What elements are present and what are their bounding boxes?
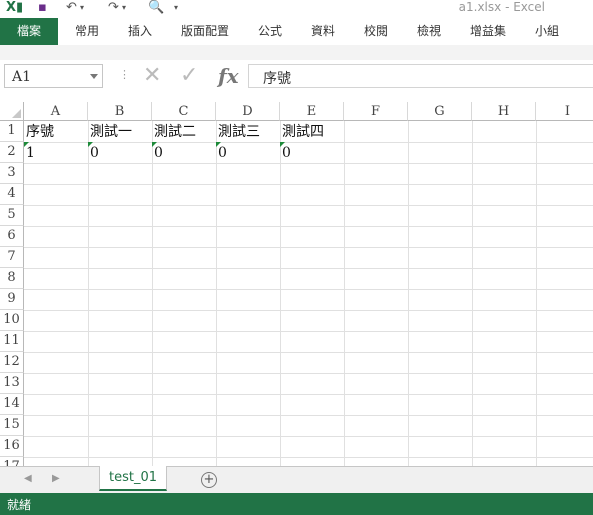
print-preview-icon[interactable]: 🔍 <box>148 0 164 16</box>
excel-logo-icon: X▮ <box>6 0 24 15</box>
cell-c2[interactable]: 0 <box>152 142 216 163</box>
scroll-left-icon[interactable]: ◀ <box>24 473 32 484</box>
chevron-down-icon[interactable] <box>90 74 98 79</box>
tab-file[interactable]: 檔案 <box>0 18 58 45</box>
select-all-button[interactable] <box>0 102 24 121</box>
row-header-3[interactable]: 3 <box>0 163 24 184</box>
tab-review[interactable]: 校閱 <box>353 18 399 45</box>
tab-home[interactable]: 常用 <box>64 18 110 45</box>
tab-view[interactable]: 檢視 <box>406 18 452 45</box>
name-box-value: A1 <box>12 69 32 85</box>
row-header-2[interactable]: 2 <box>0 142 24 163</box>
scroll-right-icon[interactable]: ▶ <box>52 473 60 484</box>
formula-bar-grip-icon[interactable]: ⋮ <box>119 68 130 81</box>
undo-icon[interactable]: ↶ <box>66 0 77 16</box>
cell-c1[interactable]: 測試二 <box>152 121 216 142</box>
row-header-14[interactable]: 14 <box>0 394 24 415</box>
row-header-10[interactable]: 10 <box>0 310 24 331</box>
row-header-16[interactable]: 16 <box>0 436 24 457</box>
row-header-6[interactable]: 6 <box>0 226 24 247</box>
column-header-b[interactable]: B <box>88 102 152 121</box>
row-header-17[interactable]: 17 <box>0 457 24 466</box>
row-header-12[interactable]: 12 <box>0 352 24 373</box>
cancel-icon[interactable]: ✕ <box>143 63 161 89</box>
insert-function-icon[interactable]: fx <box>218 63 239 89</box>
row-header-9[interactable]: 9 <box>0 289 24 310</box>
column-header-d[interactable]: D <box>216 102 280 121</box>
quick-access-toolbar: X▮ ▪ ↶ ▾ ↷ ▾ 🔍 ▾ a1.xlsx - Excel <box>0 0 593 18</box>
cell-e1[interactable]: 測試四 <box>280 121 344 142</box>
cell-a2-wrapper[interactable]: 1 <box>24 142 88 163</box>
enter-icon[interactable]: ✓ <box>180 63 198 89</box>
cell-a2[interactable]: 1 <box>24 142 88 163</box>
tab-insert[interactable]: 插入 <box>117 18 163 45</box>
save-icon[interactable]: ▪ <box>38 0 47 16</box>
customize-toolbar-icon[interactable]: ▾ <box>174 0 178 16</box>
status-bar: 就緒 <box>0 493 593 515</box>
undo-dropdown-icon[interactable]: ▾ <box>80 0 84 16</box>
tab-page-layout[interactable]: 版面配置 <box>172 18 238 45</box>
worksheet-grid[interactable]: A B C D E F G H I 1 2 3 4 5 6 7 8 9 10 1… <box>0 102 593 466</box>
row-header-1[interactable]: 1 <box>0 121 24 142</box>
ribbon-collapsed-area <box>0 45 593 61</box>
cell-b2[interactable]: 0 <box>88 142 152 163</box>
column-header-i[interactable]: I <box>536 102 593 121</box>
formula-bar: A1 ⋮ ✕ ✓ fx 序號 <box>0 60 593 97</box>
cell-d1[interactable]: 測試三 <box>216 121 280 142</box>
window-title: a1.xlsx - Excel <box>458 0 545 14</box>
tab-data[interactable]: 資料 <box>300 18 346 45</box>
redo-icon[interactable]: ↷ <box>108 0 119 16</box>
column-header-a[interactable]: A <box>24 102 88 121</box>
row-header-4[interactable]: 4 <box>0 184 24 205</box>
row-header-11[interactable]: 11 <box>0 331 24 352</box>
sheet-tab-bar: ◀ ▶ test_01 + <box>0 466 593 493</box>
row-header-8[interactable]: 8 <box>0 268 24 289</box>
tab-team[interactable]: 小組 <box>524 18 570 45</box>
cell-e2[interactable]: 0 <box>280 142 344 163</box>
sheet-tab-test-01[interactable]: test_01 <box>99 466 167 491</box>
column-header-c[interactable]: C <box>152 102 216 121</box>
column-header-e[interactable]: E <box>280 102 344 121</box>
row-header-7[interactable]: 7 <box>0 247 24 268</box>
column-header-g[interactable]: G <box>408 102 472 121</box>
name-box[interactable]: A1 <box>4 64 103 88</box>
tab-add-ins[interactable]: 增益集 <box>460 18 516 45</box>
cell-a1[interactable]: 序號 <box>24 121 88 142</box>
row-header-13[interactable]: 13 <box>0 373 24 394</box>
formula-input-value: 序號 <box>263 71 291 87</box>
cell-c2-wrapper[interactable]: 0 <box>152 142 216 163</box>
cell-b1[interactable]: 測試一 <box>88 121 152 142</box>
ribbon-tabs: 檔案 常用 插入 版面配置 公式 資料 校閱 檢視 增益集 小組 <box>0 18 593 45</box>
column-header-f[interactable]: F <box>344 102 408 121</box>
add-sheet-icon[interactable]: + <box>201 472 217 488</box>
row-header-5[interactable]: 5 <box>0 205 24 226</box>
tab-formulas[interactable]: 公式 <box>247 18 293 45</box>
cell-e2-wrapper[interactable]: 0 <box>280 142 344 163</box>
cell-b2-wrapper[interactable]: 0 <box>88 142 152 163</box>
row-header-15[interactable]: 15 <box>0 415 24 436</box>
redo-dropdown-icon[interactable]: ▾ <box>122 0 126 16</box>
status-text: 就緒 <box>7 498 32 512</box>
cell-d2[interactable]: 0 <box>216 142 280 163</box>
column-header-h[interactable]: H <box>472 102 536 121</box>
cell-d2-wrapper[interactable]: 0 <box>216 142 280 163</box>
formula-input[interactable]: 序號 <box>248 64 593 88</box>
